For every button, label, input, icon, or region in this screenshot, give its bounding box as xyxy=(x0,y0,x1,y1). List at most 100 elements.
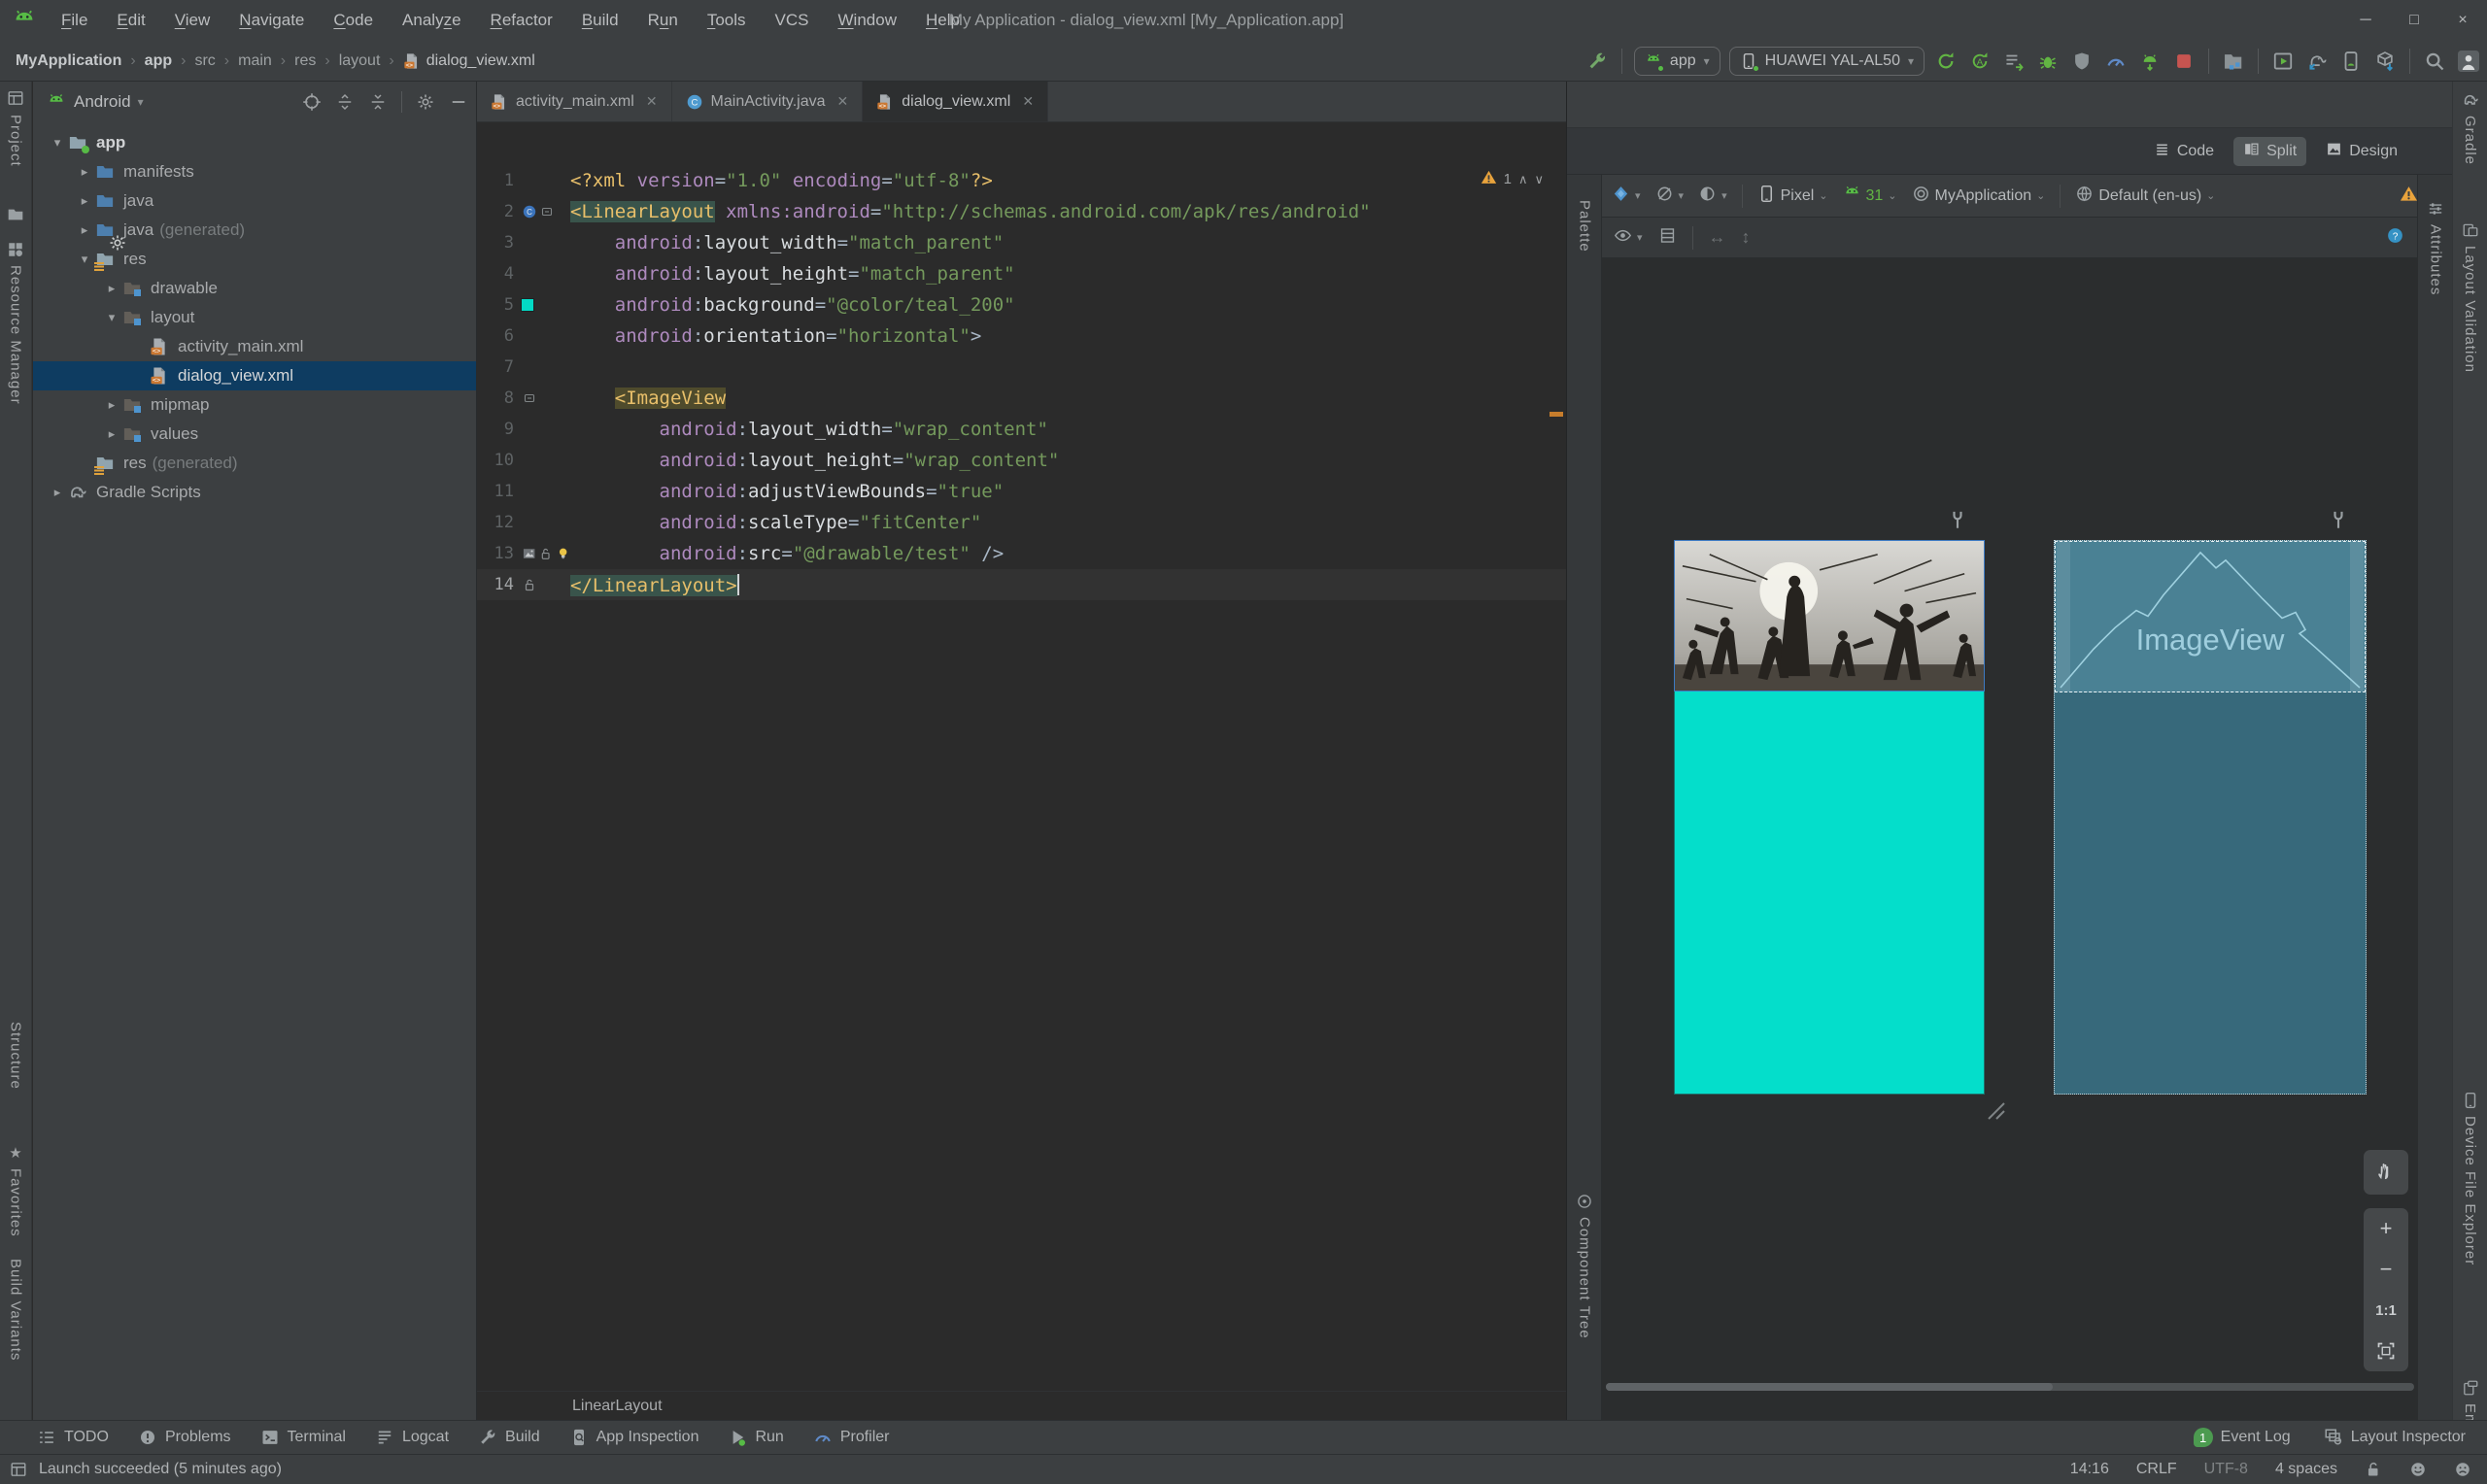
sidebar-item-project[interactable]: Project xyxy=(0,115,31,167)
indent-indicator[interactable]: 4 spaces xyxy=(2275,1461,2337,1478)
readonly-lock-icon[interactable] xyxy=(2365,1461,2382,1478)
apply-changes-icon[interactable]: A xyxy=(1967,49,1993,74)
gear-icon[interactable] xyxy=(416,92,435,112)
tree-toggle-icon[interactable]: ▾ xyxy=(74,252,95,267)
view-options-icon[interactable]: ▾ xyxy=(1614,226,1643,250)
code-line-2[interactable]: 2C<LinearLayout xmlns:android="http://sc… xyxy=(477,196,1567,227)
code-line-7[interactable]: 7 xyxy=(477,352,1567,383)
feedback-frown-icon[interactable] xyxy=(2454,1461,2471,1478)
bulb-gutter-icon[interactable] xyxy=(556,546,570,561)
device-manager-icon[interactable] xyxy=(2338,49,2364,74)
code-line-1[interactable]: 1<?xml version="1.0" encoding="utf-8"?> xyxy=(477,165,1567,196)
code-line-3[interactable]: 3 android:layout_width="match_parent" xyxy=(477,227,1567,258)
close-tab-icon[interactable]: ✕ xyxy=(837,93,849,110)
breadcrumb-item[interactable]: layout xyxy=(339,52,381,70)
color-swatch-teal[interactable] xyxy=(522,299,533,311)
menu-refactor[interactable]: Refactor xyxy=(476,0,567,41)
build-icon[interactable] xyxy=(1584,49,1610,74)
design-canvas[interactable]: ImageView + − 1:1 xyxy=(1602,258,2418,1420)
api-version-menu[interactable]: 31⌄ xyxy=(1843,185,1897,208)
encoding-indicator[interactable]: UTF-8 xyxy=(2204,1461,2248,1478)
sidebar-item-layout-validation[interactable]: Layout Validation xyxy=(2453,221,2487,373)
tree-toggle-icon[interactable]: ▸ xyxy=(101,426,122,442)
canvas-horizontal-scrollbar[interactable] xyxy=(1606,1383,2414,1391)
inspection-widget[interactable]: 1 ∧ ∨ xyxy=(1481,169,1544,189)
close-button[interactable]: × xyxy=(2438,0,2487,41)
feedback-smile-icon[interactable] xyxy=(2409,1461,2427,1478)
close-tab-icon[interactable]: ✕ xyxy=(1022,93,1034,110)
imageview-photo[interactable] xyxy=(1674,540,1985,691)
toolwindow-run[interactable]: Run xyxy=(728,1428,783,1447)
folder-icon[interactable] xyxy=(0,206,31,223)
breadcrumb-item[interactable]: res xyxy=(294,52,316,70)
tree-item-java[interactable]: ▸java xyxy=(33,186,476,216)
scrollbar-warning-mark[interactable] xyxy=(1550,412,1563,417)
minimize-button[interactable]: ─ xyxy=(2341,0,2390,41)
search-everywhere-icon[interactable] xyxy=(2422,49,2447,74)
tree-item-activity-main-xml[interactable]: <>activity_main.xml xyxy=(33,332,476,361)
lock-gutter-icon[interactable] xyxy=(538,546,553,561)
tree-item-java[interactable]: ▸java(generated) xyxy=(33,216,476,245)
breadcrumb-item[interactable]: app xyxy=(145,52,172,70)
toolwindow-todo[interactable]: TODO xyxy=(37,1428,109,1447)
sidebar-item-build-variants[interactable]: Build Variants xyxy=(0,1259,31,1361)
design-surface-select[interactable]: ▾ xyxy=(1612,185,1641,208)
mode-code-button[interactable]: Code xyxy=(2144,137,2224,166)
editor-tab-activity-main-xml[interactable]: <>activity_main.xml✕ xyxy=(477,82,672,121)
code-line-6[interactable]: 6 android:orientation="horizontal"> xyxy=(477,320,1567,352)
blueprint-toggle-icon[interactable] xyxy=(1658,226,1677,250)
profiler-icon[interactable] xyxy=(2103,49,2129,74)
zoom-to-fit-button[interactable] xyxy=(2364,1331,2408,1371)
running-devices-icon[interactable] xyxy=(2270,49,2296,74)
expand-all-icon[interactable] xyxy=(335,92,355,112)
event-log-button[interactable]: 1 Event Log xyxy=(2194,1428,2291,1447)
tree-item-drawable[interactable]: ▸drawable xyxy=(33,274,476,303)
menu-window[interactable]: Window xyxy=(824,0,911,41)
attributes-tab[interactable]: Attributes xyxy=(2418,200,2453,295)
tree-toggle-icon[interactable]: ▸ xyxy=(101,281,122,296)
toolwindow-terminal[interactable]: Terminal xyxy=(260,1428,346,1447)
device-config-icon[interactable] xyxy=(2329,509,2348,530)
tree-toggle-icon[interactable]: ▸ xyxy=(74,222,95,238)
img-gutter-icon[interactable] xyxy=(522,546,536,561)
coverage-icon[interactable] xyxy=(2069,49,2095,74)
toolwindow-profiler[interactable]: Profiler xyxy=(813,1428,890,1447)
component-tree-tab[interactable]: Component Tree xyxy=(1567,1193,1602,1339)
tree-item-res[interactable]: res(generated) xyxy=(33,449,476,478)
code-editor[interactable]: 1<?xml version="1.0" encoding="utf-8"?>2… xyxy=(477,122,1567,1391)
help-icon[interactable]: ? xyxy=(2386,226,2404,250)
code-line-10[interactable]: 10 android:layout_height="wrap_content" xyxy=(477,445,1567,476)
editor-breadcrumb[interactable]: LinearLayout xyxy=(477,1391,1567,1420)
tree-toggle-icon[interactable]: ▸ xyxy=(74,193,95,209)
menu-edit[interactable]: Edit xyxy=(102,0,159,41)
tree-item-res[interactable]: ▾res xyxy=(33,245,476,274)
run-icon[interactable] xyxy=(1933,49,1959,74)
device-config-icon[interactable] xyxy=(1948,509,1967,530)
prev-issue-icon[interactable]: ∧ xyxy=(1518,172,1528,187)
layout-inspector-button[interactable]: Layout Inspector xyxy=(2324,1428,2466,1447)
menu-code[interactable]: Code xyxy=(319,0,388,41)
breadcrumb-file[interactable]: dialog_view.xml xyxy=(426,52,535,70)
toolwindow-build[interactable]: Build xyxy=(478,1428,540,1447)
profile-avatar[interactable] xyxy=(2456,49,2481,74)
orientation-select[interactable]: ▾ xyxy=(1655,185,1685,208)
render-warning-icon[interactable] xyxy=(2400,185,2418,208)
ccircle-gutter-icon[interactable]: C xyxy=(522,204,537,219)
hide-panel-icon[interactable] xyxy=(449,92,468,112)
breadcrumb-item[interactable]: main xyxy=(238,52,272,70)
code-line-8[interactable]: 8 <ImageView xyxy=(477,383,1567,414)
tree-item-gradle-scripts[interactable]: ▸Gradle Scripts xyxy=(33,478,476,507)
tree-item-dialog-view-xml[interactable]: <>dialog_view.xml xyxy=(33,361,476,390)
palette-tab[interactable]: Palette xyxy=(1567,200,1602,253)
editor-tab-MainActivity-java[interactable]: CMainActivity.java✕ xyxy=(672,82,864,121)
collapse-all-icon[interactable] xyxy=(368,92,388,112)
blueprint-preview[interactable]: ImageView xyxy=(2054,540,2367,1095)
menu-analyze[interactable]: Analyze xyxy=(388,0,476,41)
sidebar-item-device-file-explorer[interactable]: Device File Explorer xyxy=(2453,1092,2487,1265)
code-line-13[interactable]: 13 android:src="@drawable/test" /> xyxy=(477,538,1567,569)
pan-hand-button[interactable] xyxy=(2364,1150,2408,1195)
zoom-out-button[interactable]: − xyxy=(2364,1249,2408,1290)
gradle-sync-icon[interactable] xyxy=(2304,49,2330,74)
menu-run[interactable]: Run xyxy=(633,0,693,41)
tree-item-manifests[interactable]: ▸manifests xyxy=(33,157,476,186)
